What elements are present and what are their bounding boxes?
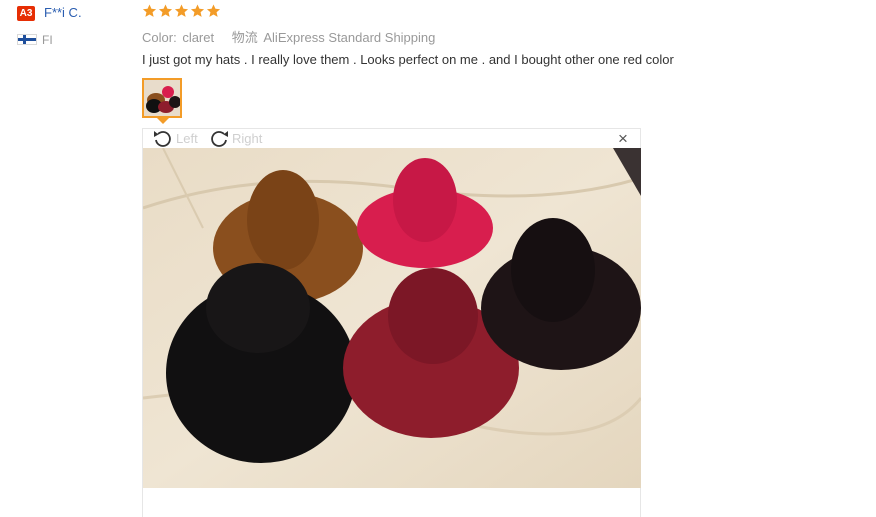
rotate-right-icon: [211, 131, 228, 147]
review-photo-thumbnail[interactable]: [142, 78, 182, 118]
rotate-left-button[interactable]: Left: [152, 128, 198, 148]
rotate-right-button[interactable]: Right: [208, 128, 262, 148]
country-flag-icon: [17, 34, 37, 45]
star-icon: [206, 4, 221, 17]
star-icon: [158, 4, 173, 17]
reviewer-name[interactable]: F**i C.: [44, 5, 82, 20]
star-icon: [174, 4, 189, 17]
shipping-value: AliExpress Standard Shipping: [263, 30, 436, 45]
reviewer-country: FI: [42, 33, 53, 47]
review-photo: [143, 148, 641, 488]
star-icon: [142, 4, 157, 17]
rotate-left-icon: [154, 131, 171, 147]
star-icon: [190, 4, 205, 17]
close-button[interactable]: ×: [614, 130, 632, 148]
color-label: Color:: [142, 30, 177, 45]
shipping-label: 物流: [231, 30, 258, 45]
rotate-right-label: Right: [232, 130, 263, 146]
review-text: I just got my hats . I really love them …: [142, 52, 674, 67]
thumbnail-active-caret: [157, 118, 169, 124]
review-meta: Color: claret 物流 AliExpress Standard Shi…: [142, 27, 435, 46]
color-value: claret: [182, 30, 215, 45]
reviewer-badge: A3: [17, 6, 35, 21]
star-rating: [142, 3, 221, 21]
rotate-left-label: Left: [176, 130, 198, 146]
